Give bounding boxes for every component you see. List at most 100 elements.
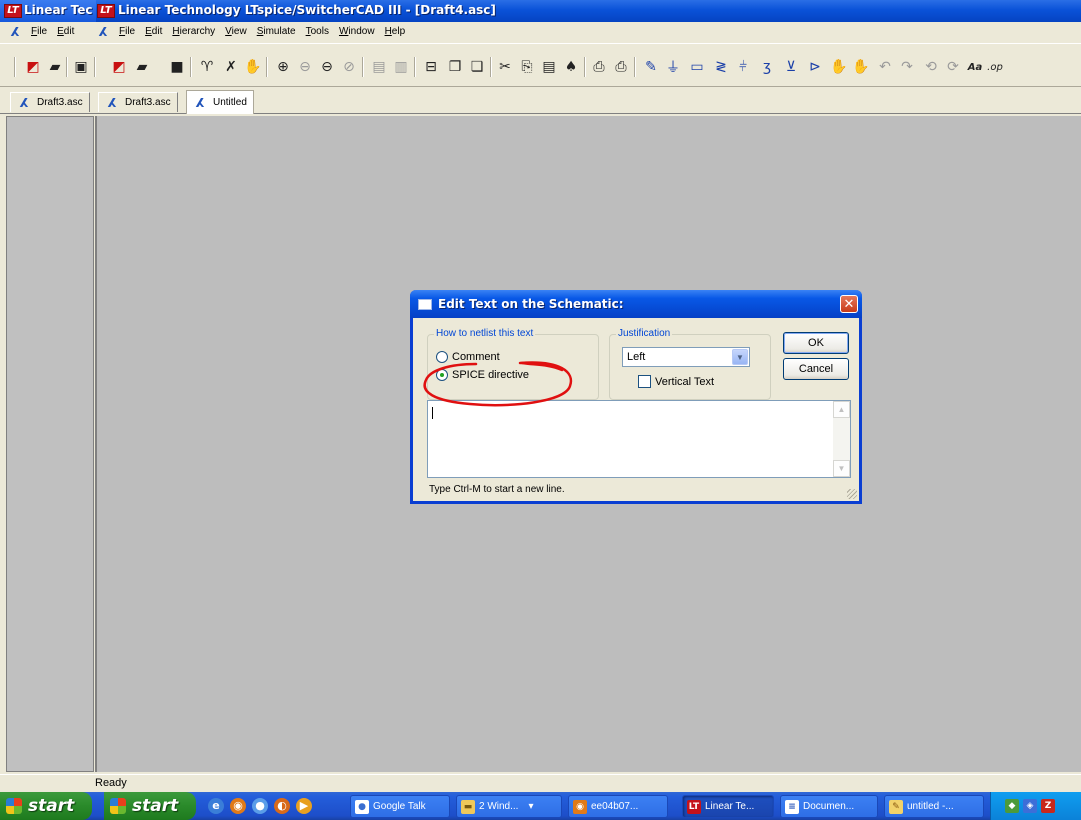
cut-icon[interactable]: ✂ <box>496 58 514 76</box>
menu-window[interactable]: Window <box>334 24 380 40</box>
diode-icon[interactable]: ⊻ <box>782 58 800 76</box>
menu-hierarchy[interactable]: Hierarchy <box>167 24 220 40</box>
chevron-down-icon: ▾ <box>528 801 534 812</box>
cancel-button[interactable]: Cancel <box>783 358 849 380</box>
mirror-icon[interactable]: ⟳ <box>944 58 962 76</box>
new-schematic-icon[interactable]: ◩ <box>110 58 128 76</box>
schematic-doc-icon[interactable]: ⵃ <box>8 25 22 39</box>
task-documents[interactable]: ≡ Documen... <box>780 795 878 818</box>
resistor-icon[interactable]: ≷ <box>712 58 730 76</box>
menu-file-child[interactable]: File <box>26 24 52 40</box>
chevron-down-icon[interactable]: ▼ <box>732 349 748 365</box>
child-window-titlebar[interactable]: LT Linear Tec <box>0 0 96 22</box>
start-button[interactable]: start <box>104 792 196 820</box>
rotate-icon[interactable]: ⟲ <box>922 58 940 76</box>
copy-icon[interactable]: ⎘ <box>518 58 536 76</box>
task-windows-group[interactable]: ▬ 2 Wind... ▾ <box>456 795 562 818</box>
zoom-in-icon[interactable]: ⊕ <box>274 58 292 76</box>
save-icon[interactable]: ■ <box>168 58 186 76</box>
spice-directive-icon[interactable]: .op <box>986 58 1004 76</box>
start-button[interactable]: start <box>0 792 92 820</box>
media-icon[interactable]: ◐ <box>274 798 290 814</box>
network-icon[interactable]: ◆ <box>1005 799 1019 813</box>
task-label: Linear Te... <box>705 801 755 812</box>
halt-hand-icon[interactable]: ✋ <box>244 58 262 76</box>
player-icon[interactable]: ▶ <box>296 798 312 814</box>
radio-unchecked[interactable] <box>436 351 448 363</box>
toolbar-separator <box>490 57 492 77</box>
draw-wire-icon[interactable]: ✎ <box>642 58 660 76</box>
internet-explorer-icon[interactable]: e <box>208 798 224 814</box>
close-icon[interactable]: ✕ <box>840 295 858 313</box>
tile-vertical-icon[interactable]: ❏ <box>468 58 486 76</box>
menu-view[interactable]: View <box>220 24 252 40</box>
zoom-fit-icon[interactable]: ⊘ <box>340 58 358 76</box>
inductor-icon[interactable]: ʒ <box>758 58 776 76</box>
pan-icon[interactable]: ⊖ <box>296 58 314 76</box>
open-folder-icon[interactable]: ▰ <box>133 58 151 76</box>
new-schematic-icon[interactable]: ◩ <box>24 58 42 76</box>
autorange-icon[interactable]: ▤ <box>370 58 388 76</box>
dialog-title: Edit Text on the Schematic: <box>438 297 624 311</box>
scroll-down-icon[interactable]: ▼ <box>833 460 850 477</box>
text-caret <box>432 407 433 419</box>
zoom-out-icon[interactable]: ⊖ <box>318 58 336 76</box>
paste-icon[interactable]: ▤ <box>540 58 558 76</box>
radio-checked[interactable] <box>436 369 448 381</box>
task-firefox[interactable]: ◉ ee04b07... <box>568 795 668 818</box>
schematic-doc-icon[interactable]: ⵃ <box>96 25 110 39</box>
open-folder-icon[interactable]: ▰ <box>46 58 64 76</box>
ground-icon[interactable]: ⏚ <box>664 58 682 76</box>
find-icon[interactable]: ♠ <box>562 58 580 76</box>
menu-simulate[interactable]: Simulate <box>252 24 301 40</box>
status-bar: Ready <box>0 774 1081 792</box>
text-icon[interactable]: Aa <box>966 58 984 76</box>
spice-directive-radio[interactable]: SPICE directive <box>436 369 529 381</box>
tab-untitled[interactable]: ⵃ Untitled <box>186 90 254 114</box>
undo-icon[interactable]: ↶ <box>876 58 894 76</box>
scroll-up-icon[interactable]: ▲ <box>833 401 850 418</box>
menu-edit-child[interactable]: Edit <box>52 24 79 40</box>
component-icon[interactable]: ⊳ <box>806 58 824 76</box>
save-icon[interactable]: ▣ <box>72 58 90 76</box>
schematic-text-input[interactable]: ▲ ▼ <box>427 400 851 478</box>
zonealarm-icon[interactable]: Z <box>1041 799 1055 813</box>
tile-horizontal-icon[interactable]: ⊟ <box>422 58 440 76</box>
text-scrollbar[interactable]: ▲ ▼ <box>833 401 850 477</box>
resize-grip-icon[interactable] <box>847 489 857 499</box>
security-icon[interactable]: ◈ <box>1023 799 1037 813</box>
control-panel-icon[interactable]: ♈ <box>198 58 216 76</box>
print-setup-icon[interactable]: ⎙ <box>590 58 608 76</box>
task-paint[interactable]: ✎ untitled -... <box>884 795 984 818</box>
menu-tools[interactable]: Tools <box>301 24 334 40</box>
menu-bar: ⵃ File Edit ⵃ File Edit Hierarchy View S… <box>0 22 1081 42</box>
redo-icon[interactable]: ↷ <box>898 58 916 76</box>
comment-radio[interactable]: Comment <box>436 351 500 363</box>
menu-help[interactable]: Help <box>380 24 411 40</box>
schematic-doc-icon: ⵃ <box>19 95 29 110</box>
menu-edit[interactable]: Edit <box>140 24 167 40</box>
tab-draft3-a[interactable]: ⵃ Draft3.asc <box>10 92 90 112</box>
firefox-icon[interactable]: ◉ <box>230 798 246 814</box>
dialog-titlebar[interactable]: Edit Text on the Schematic: ✕ <box>410 290 862 318</box>
drag-hand-icon[interactable]: ✋ <box>852 58 870 76</box>
tab-draft3-b[interactable]: ⵃ Draft3.asc <box>98 92 178 112</box>
menu-file[interactable]: File <box>114 24 140 40</box>
messenger-icon[interactable]: ● <box>252 798 268 814</box>
cascade-icon[interactable]: ❐ <box>446 58 464 76</box>
checkbox-box[interactable] <box>638 375 651 388</box>
ok-button[interactable]: OK <box>783 332 849 354</box>
print-icon[interactable]: ⎙ <box>612 58 630 76</box>
task-linear-tech[interactable]: LT Linear Te... <box>682 795 774 818</box>
ltspice-logo-icon: LT <box>687 799 701 814</box>
left-child-window[interactable] <box>6 116 94 772</box>
vertical-text-checkbox[interactable]: Vertical Text <box>638 375 714 388</box>
move-hand-icon[interactable]: ✋ <box>830 58 848 76</box>
task-google-talk[interactable]: ● Google Talk <box>350 795 450 818</box>
label-net-icon[interactable]: ▭ <box>688 58 706 76</box>
grid-icon[interactable]: ▥ <box>392 58 410 76</box>
run-simulation-icon[interactable]: ✗ <box>222 58 240 76</box>
justification-select[interactable]: Left ▼ <box>622 347 750 367</box>
capacitor-icon[interactable]: ⫩ <box>734 58 752 76</box>
main-titlebar[interactable]: LT Linear Tec LT Linear Technology LTspi… <box>0 0 1081 22</box>
